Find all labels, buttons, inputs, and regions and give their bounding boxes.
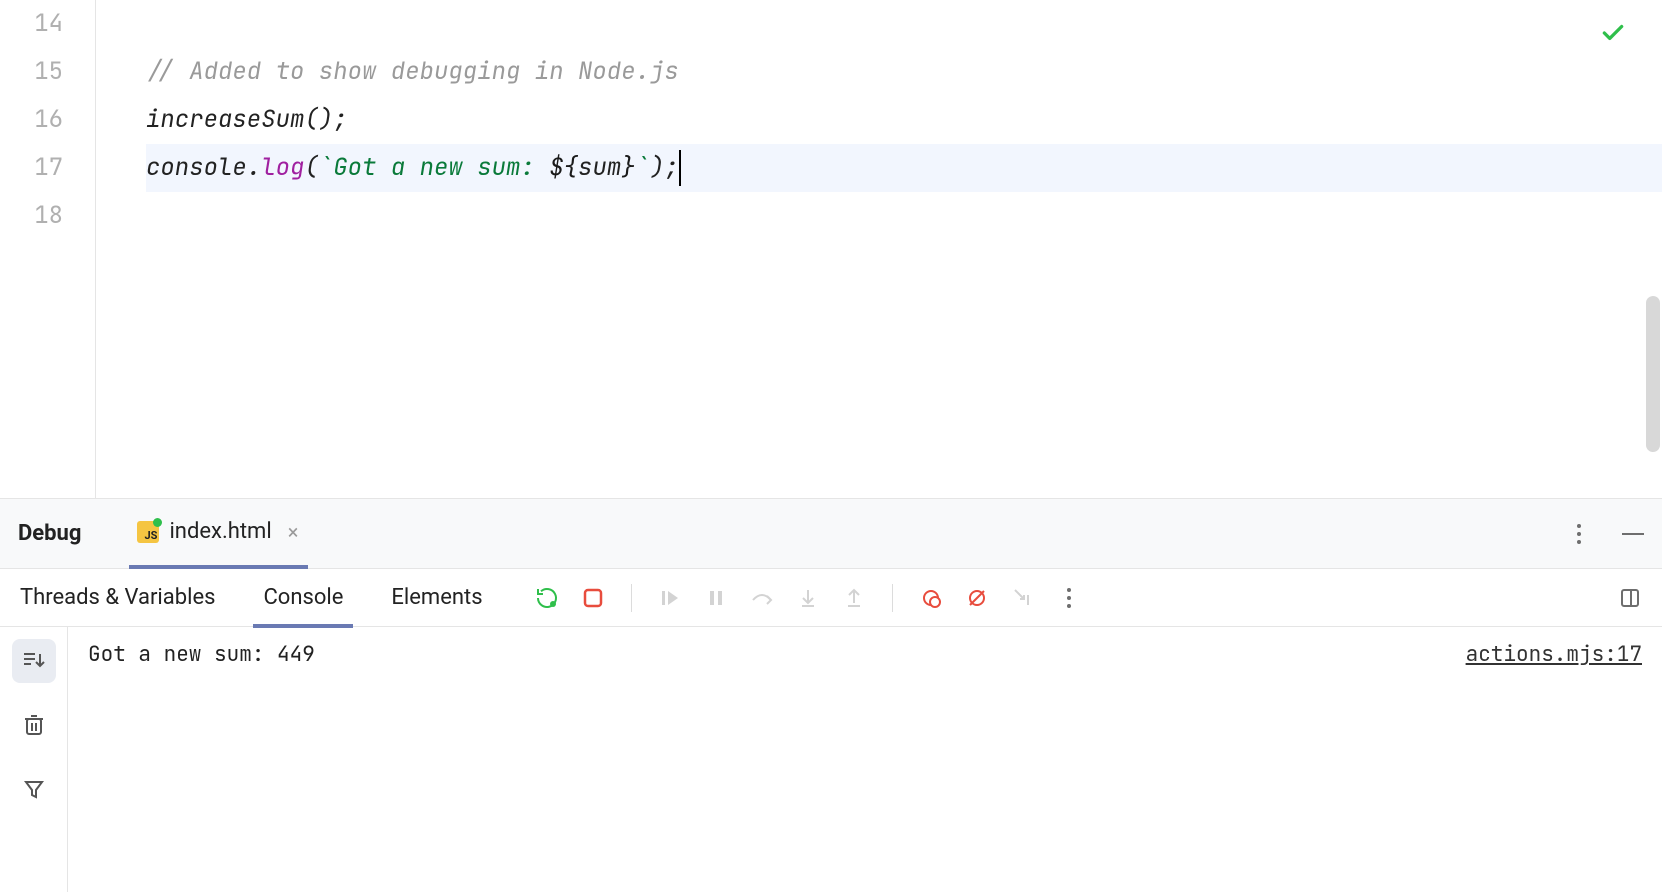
separator [631,584,632,612]
line-number: 14 [0,0,63,48]
separator [892,584,893,612]
more-actions-icon[interactable] [1057,586,1081,610]
caret [679,150,681,186]
step-into-icon[interactable] [796,586,820,610]
tab-label: index.html [169,519,271,544]
console-body: Got a new sum: 449 actions.mjs:17 [0,627,1662,892]
filter-icon[interactable] [12,767,56,811]
code-editor[interactable]: 14 15 16 17 18 // Added to show debuggin… [0,0,1662,499]
line-number-gutter: 14 15 16 17 18 [0,0,96,498]
clear-all-icon[interactable] [12,703,56,747]
js-file-icon: JS [137,521,159,543]
line-number: 18 [0,192,63,240]
code-line[interactable] [146,192,1662,240]
console-sidebar [0,627,68,892]
code-line[interactable]: // Added to show debugging in Node.js [146,48,1662,96]
console-message: Got a new sum: 449 [88,641,315,668]
identifier: console [146,152,247,183]
close-icon[interactable]: × [282,520,305,544]
pause-icon[interactable] [704,586,728,610]
check-icon[interactable] [1600,20,1626,50]
tab-threads-variables[interactable]: Threads & Variables [20,569,239,627]
debug-title: Debug [18,521,81,546]
view-breakpoints-icon[interactable] [919,586,943,610]
layout-icon[interactable] [1618,586,1642,610]
running-dot-icon [153,518,162,527]
mute-breakpoints-icon[interactable] [965,586,989,610]
run-to-cursor-icon[interactable] [1011,586,1035,610]
console-source-link[interactable]: actions.mjs:17 [1466,641,1642,668]
line-number: 16 [0,96,63,144]
scroll-to-end-icon[interactable] [12,639,56,683]
stop-icon[interactable] [581,586,605,610]
line-number: 17 [0,144,63,192]
resume-icon[interactable] [658,586,682,610]
code-line-current[interactable]: console.log(`Got a new sum: ${sum}`); [146,144,1662,192]
step-over-icon[interactable] [750,586,774,610]
comment-text: // Added to show debugging in Node.js [146,56,679,87]
line-number: 15 [0,48,63,96]
minimize-icon[interactable] [1622,523,1644,545]
console-output[interactable]: Got a new sum: 449 actions.mjs:17 [68,627,1662,892]
debug-toolbar: Threads & Variables Console Elements [0,569,1662,627]
more-icon[interactable] [1568,523,1590,545]
punct: (); [304,104,347,135]
identifier: increaseSum [146,104,304,135]
step-out-icon[interactable] [842,586,866,610]
code-line[interactable] [146,0,1662,48]
rerun-icon[interactable] [535,586,559,610]
tab-console[interactable]: Console [239,569,367,627]
debug-header: Debug JS index.html × [0,499,1662,569]
debug-session-tab[interactable]: JS index.html × [129,499,308,569]
code-line[interactable]: increaseSum(); [146,96,1662,144]
method: log [261,152,304,183]
code-area[interactable]: // Added to show debugging in Node.js in… [96,0,1662,498]
debug-panel: Debug JS index.html × Threads & Variable… [0,499,1662,892]
tab-elements[interactable]: Elements [367,569,506,627]
scrollbar-thumb[interactable] [1646,296,1660,452]
